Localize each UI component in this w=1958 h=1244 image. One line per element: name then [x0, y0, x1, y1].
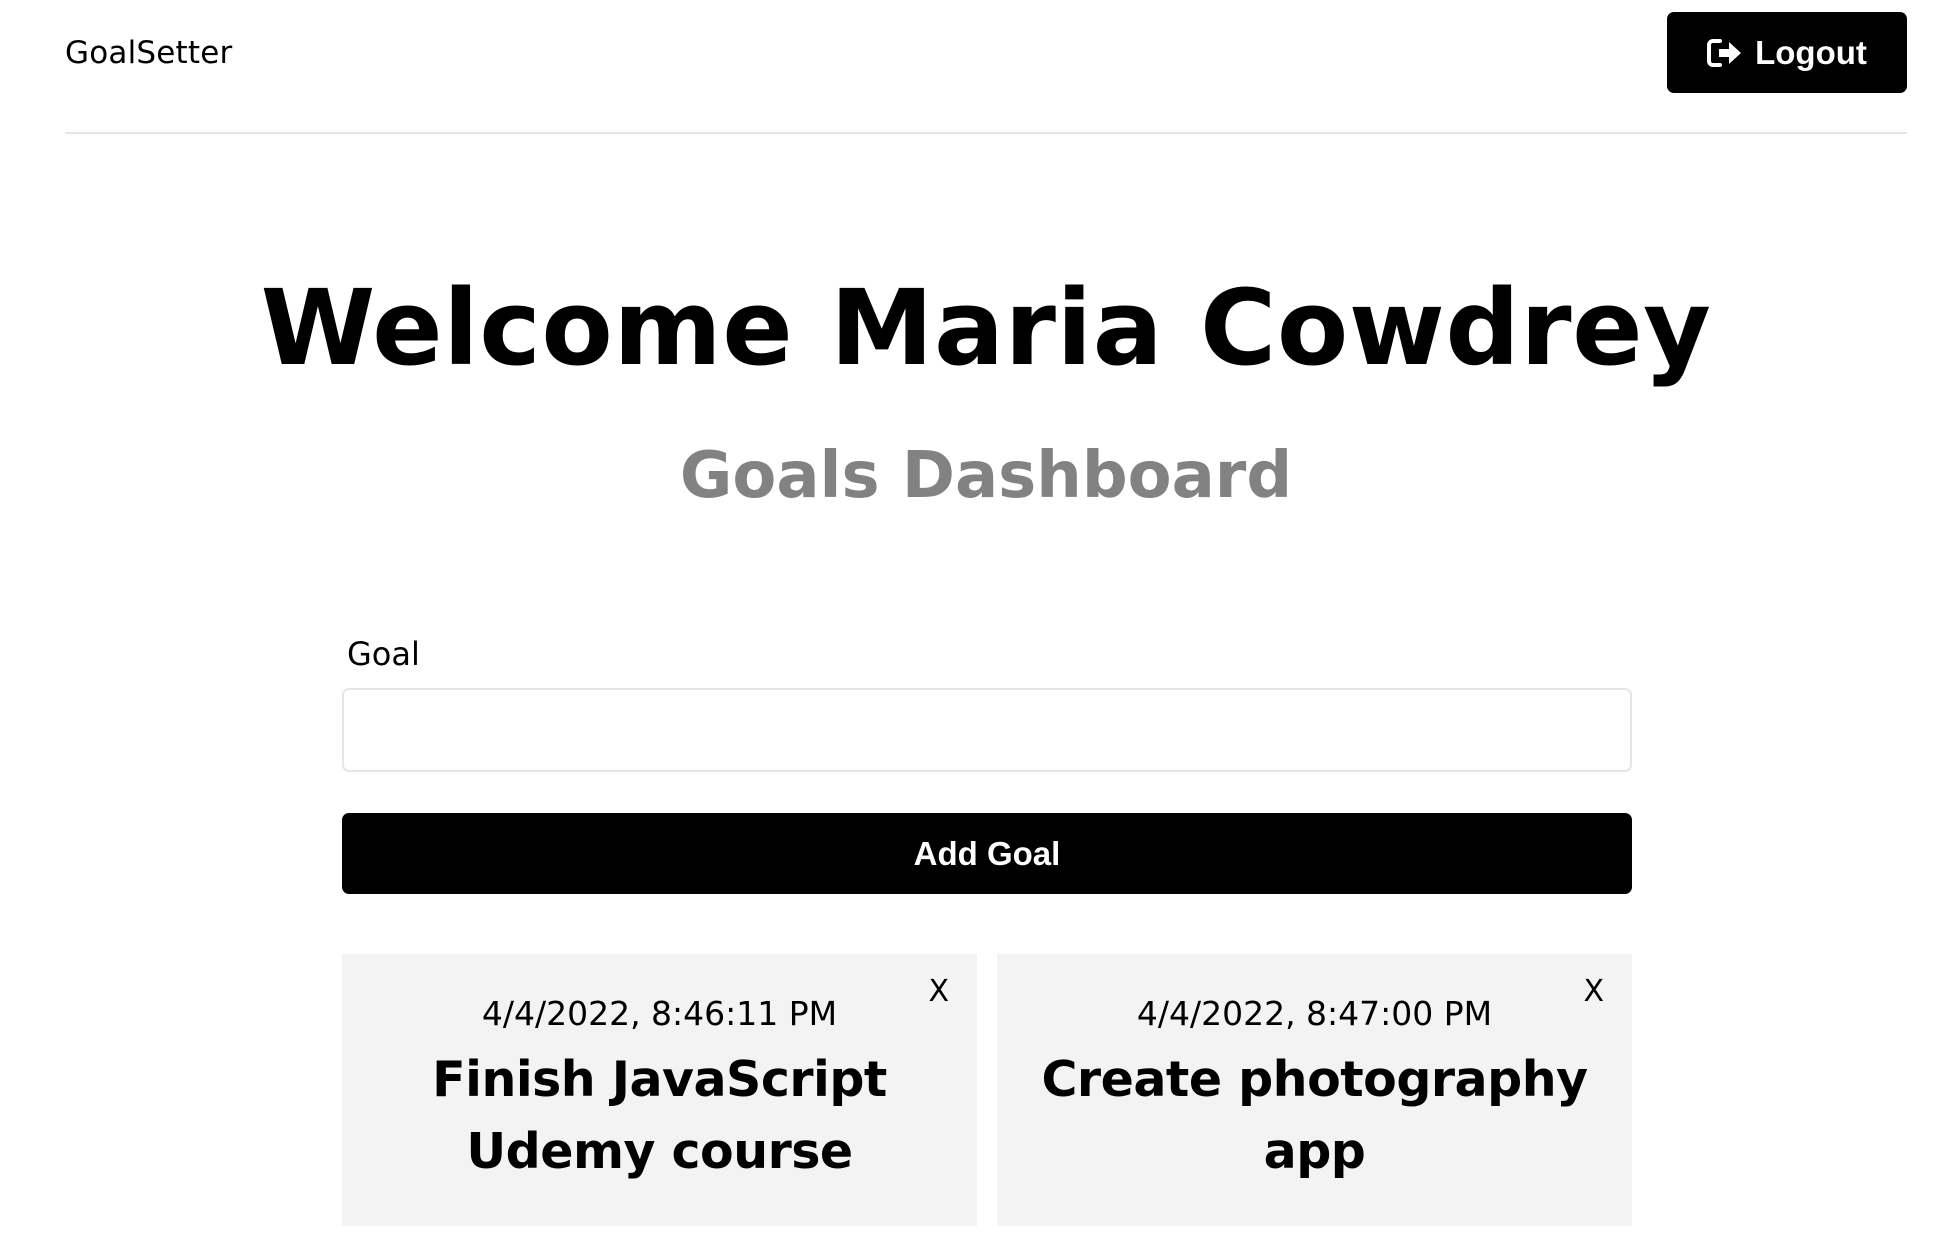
goal-text: Create photography app — [1041, 1051, 1588, 1180]
goal-text: Finish JavaScript Udemy course — [432, 1051, 887, 1180]
add-goal-button[interactable]: Add Goal — [342, 813, 1632, 894]
goal-card: X 4/4/2022, 8:47:00 PM Create photograph… — [997, 954, 1632, 1226]
goal-date: 4/4/2022, 8:46:11 PM — [481, 994, 838, 1033]
goal-date: 4/4/2022, 8:47:00 PM — [1136, 994, 1493, 1033]
logout-button[interactable]: Logout — [1667, 12, 1907, 93]
brand-link[interactable]: GoalSetter — [65, 34, 232, 72]
goal-label: Goal — [347, 635, 420, 673]
welcome-heading: Welcome Maria Cowdrey — [260, 267, 1712, 389]
sign-out-icon — [1707, 38, 1743, 68]
goal-input[interactable] — [342, 688, 1632, 772]
goal-card: X 4/4/2022, 8:46:11 PM Finish JavaScript… — [342, 954, 977, 1226]
top-header: GoalSetter Logout — [65, 0, 1907, 134]
dashboard-subtitle: Goals Dashboard — [679, 439, 1293, 513]
logout-label: Logout — [1755, 33, 1867, 71]
